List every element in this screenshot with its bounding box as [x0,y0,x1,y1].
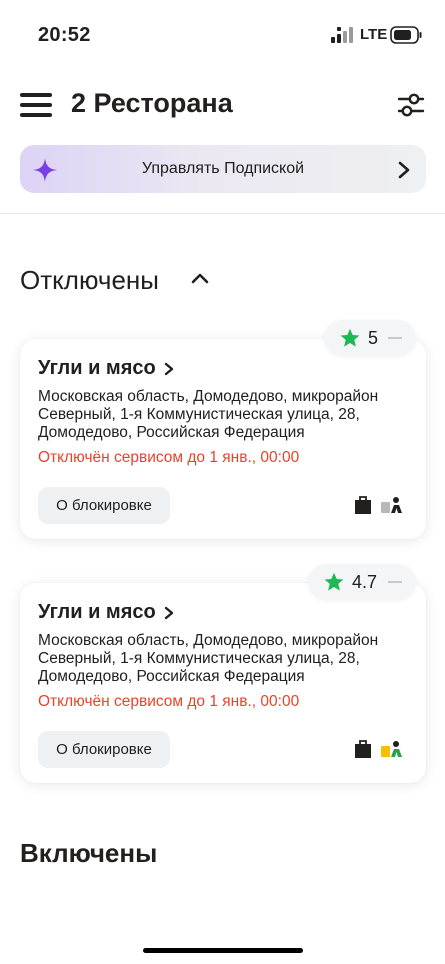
filter-icon[interactable] [397,92,425,118]
chevron-right-icon [398,161,410,179]
restaurant-card[interactable]: Угли и мясо Московская область, Домодедо… [20,583,426,783]
rating-badge: 4.7 [308,564,416,600]
bag-icon [355,740,371,758]
network-label: LTE [360,26,388,43]
divider [0,213,445,214]
chevron-up-icon[interactable] [191,272,209,284]
block-info-button[interactable]: О блокировке [38,487,170,524]
courier-icon [381,741,402,757]
restaurant-name-link[interactable]: Угли и мясо [38,601,174,624]
bag-icon [355,496,371,514]
rating-badge: 5 [324,320,416,356]
chevron-right-icon [164,362,173,375]
star-icon [340,328,360,347]
manage-subscription-button[interactable]: Управлять Подпиской [20,145,426,193]
restaurant-card[interactable]: Угли и мясо Московская область, Домодедо… [20,339,426,539]
restaurant-name: Угли и мясо [38,357,156,379]
status-time: 20:52 [38,24,91,46]
restaurant-status: Отключён сервисом до 1 янв., 00:00 [38,449,300,466]
restaurant-address: Московская область, Домодедово, микрорай… [38,388,379,441]
rating-value: 4.7 [352,572,378,592]
block-info-button[interactable]: О блокировке [38,731,170,768]
section-title-enabled: Включены [20,838,158,868]
restaurant-name: Угли и мясо [38,601,156,623]
star-icon [324,572,344,591]
status-bar: 20:52 LTE [0,0,445,70]
section-title-disabled: Отключены [20,265,159,295]
page-title: 2 Ресторана [71,88,233,118]
restaurant-status: Отключён сервисом до 1 янв., 00:00 [38,693,300,710]
home-indicator [143,948,303,953]
restaurant-name-link[interactable]: Угли и мясо [38,357,174,380]
restaurant-address: Московская область, Домодедово, микрорай… [38,632,379,685]
signal-icon [331,27,353,43]
rating-value: 5 [368,328,379,348]
rating-dash [388,337,402,339]
manage-subscription-label: Управлять Подпиской [141,160,305,177]
courier-icon [381,497,402,513]
rating-dash [388,581,402,583]
battery-icon [390,26,422,44]
header: 2 Ресторана [0,80,445,130]
menu-icon[interactable] [20,93,52,117]
chevron-right-icon [164,606,173,619]
